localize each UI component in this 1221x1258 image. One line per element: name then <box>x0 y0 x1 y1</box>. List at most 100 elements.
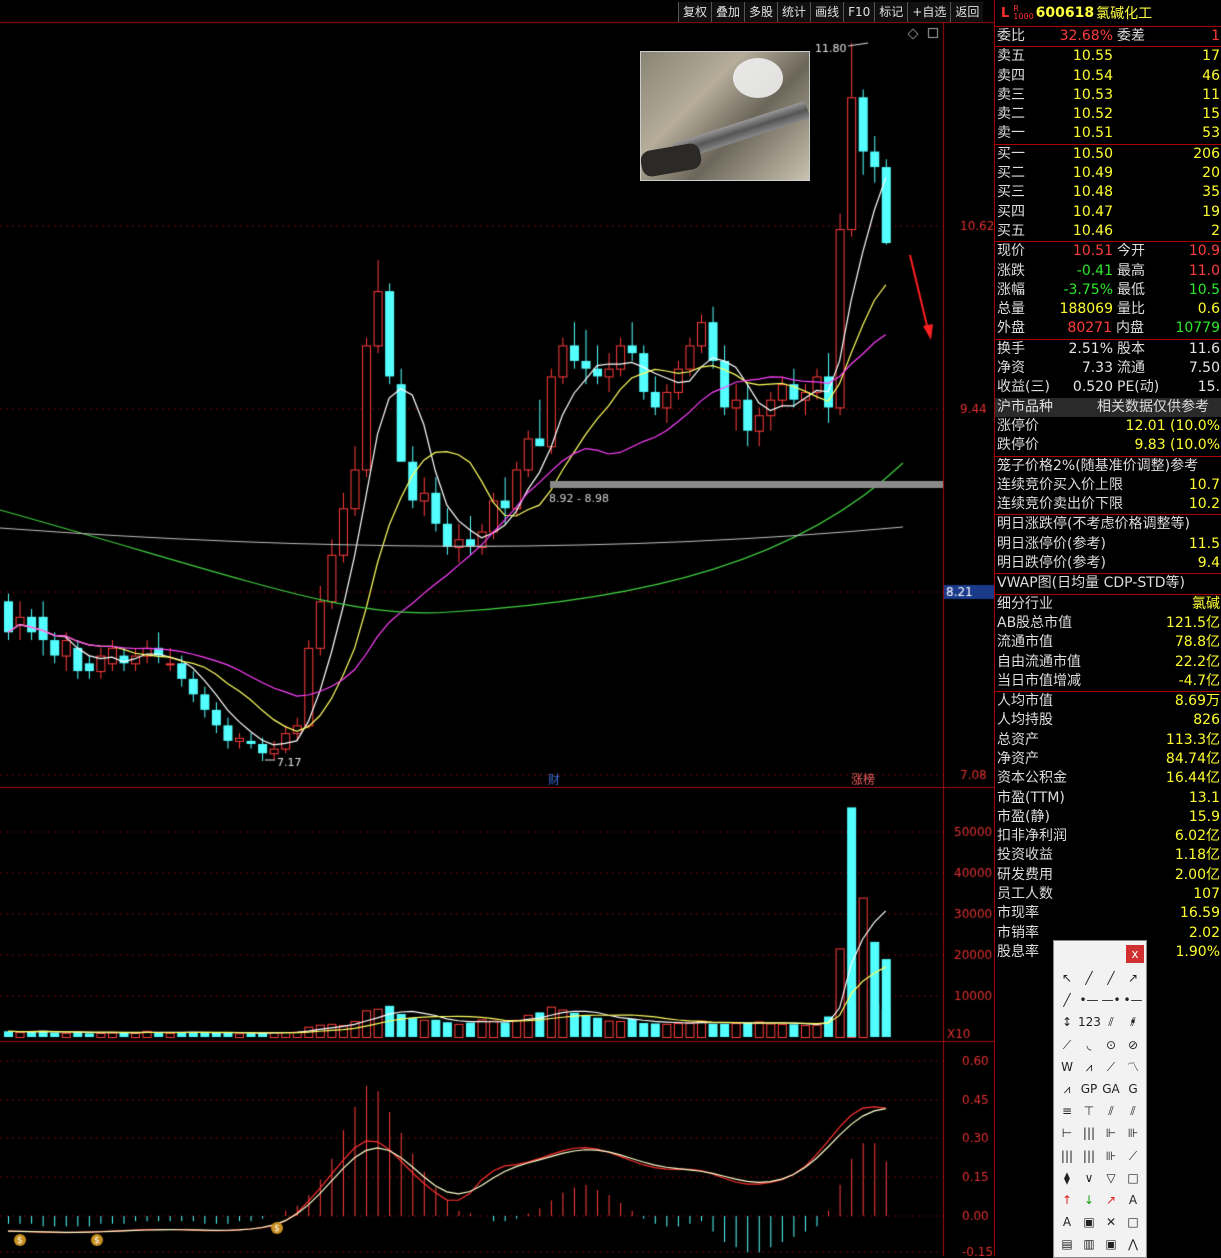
book-label: 卖四 <box>997 67 1025 84</box>
draw-tool-icon[interactable]: A <box>1122 1189 1144 1211</box>
draw-tool-icon[interactable]: ◟ <box>1078 1034 1100 1056</box>
draw-tool-icon[interactable]: ⟋ <box>1122 1145 1144 1167</box>
close-button[interactable]: x <box>1126 945 1144 963</box>
kv-value: 826 <box>1193 712 1220 729</box>
draw-tool-icon[interactable]: ↗ <box>1122 967 1144 989</box>
draw-tool-icon[interactable]: ⫽ <box>1100 1011 1122 1033</box>
kv-row: 涨停价 12.01 (10.0% <box>995 417 1221 436</box>
draw-tool-icon[interactable]: ||| <box>1078 1145 1100 1167</box>
draw-tool-icon[interactable]: GP <box>1078 1078 1100 1100</box>
draw-tool-icon[interactable]: ↑ <box>1056 1189 1078 1211</box>
draw-tool-icon[interactable]: ⟋ <box>1100 1056 1122 1078</box>
toolbar-button-8[interactable]: 返回 <box>950 2 984 22</box>
book-row[interactable]: 卖五 10.55 17 <box>995 47 1221 66</box>
toolbar-button-7[interactable]: +自选 <box>907 2 951 22</box>
draw-tool-icon[interactable]: ▣ <box>1078 1211 1100 1233</box>
stat-label: 收益(三) <box>997 379 1050 396</box>
toolbar-button-0[interactable]: 复权 <box>678 2 712 22</box>
book-row[interactable]: 买一 10.50 206 <box>995 145 1221 164</box>
stat-label: 今开 <box>1117 243 1145 260</box>
book-row[interactable]: 卖一 10.51 53 <box>995 124 1221 143</box>
draw-tool-icon[interactable]: ⊪ <box>1100 1145 1122 1167</box>
kv-value: 氯碱 <box>1192 595 1220 612</box>
draw-tool-icon[interactable]: ∨ <box>1078 1167 1100 1189</box>
kv-key: 扣非净利润 <box>997 828 1067 845</box>
draw-tool-icon[interactable]: ⊪ <box>1122 1122 1144 1144</box>
book-row[interactable]: 卖二 10.52 15 <box>995 105 1221 124</box>
book-row[interactable]: 买二 10.49 20 <box>995 164 1221 183</box>
kv-row: 市现率 16.59 <box>995 904 1221 923</box>
kv-row: 连续竞价买入价上限 10.7 <box>995 476 1221 495</box>
draw-tool-icon[interactable]: ▤ <box>1056 1233 1078 1255</box>
draw-tool-icon[interactable]: ▥ <box>1078 1233 1100 1255</box>
kv-value: 16.59 <box>1179 905 1220 922</box>
book-volume: 11 <box>1202 86 1220 103</box>
draw-tool-icon[interactable]: ▣ <box>1100 1233 1122 1255</box>
draw-tool-icon[interactable]: ⫽ <box>1122 1100 1144 1122</box>
kv-row: 人均市值 8.69万 <box>995 692 1221 711</box>
kv-key: 流通市值 <box>997 634 1053 651</box>
draw-tool-icon[interactable]: ╱ <box>1100 967 1122 989</box>
book-row[interactable]: 买四 10.47 19 <box>995 203 1221 222</box>
stat-label: 涨跌 <box>997 262 1025 279</box>
draw-tool-icon[interactable]: ⧫ <box>1056 1167 1078 1189</box>
book-row[interactable]: 卖四 10.54 46 <box>995 67 1221 86</box>
draw-tool-icon[interactable]: 〽 <box>1122 1056 1144 1078</box>
toolbar-button-6[interactable]: 标记 <box>874 2 908 22</box>
draw-tool-icon[interactable]: •—• <box>1122 989 1144 1029</box>
draw-tool-icon[interactable]: ✕ <box>1100 1211 1122 1233</box>
draw-tool-icon[interactable]: ╱ <box>1056 989 1078 1011</box>
market-note: 相关数据仅供参考 <box>1097 398 1209 415</box>
toolbar-button-1[interactable]: 叠加 <box>711 2 745 22</box>
book-row[interactable]: 卖三 10.53 11 <box>995 86 1221 105</box>
draw-tool-icon[interactable]: ||| <box>1078 1122 1100 1144</box>
draw-tool-icon[interactable]: ╱ <box>1078 967 1100 989</box>
toolbar-button-2[interactable]: 多股 <box>744 2 778 22</box>
draw-tool-icon[interactable]: ▽ <box>1100 1167 1122 1189</box>
bid-book: 买一 10.50 206 买二 10.49 20 买三 10.48 35 买四 10.47 19 买五 1… <box>995 145 1221 243</box>
book-price: 10.46 <box>1072 222 1113 239</box>
kv-key: 明日涨停价(参考) <box>997 535 1106 552</box>
tomorrow-rows: 明日涨停价(参考) 11.5 明日跌停价(参考) 9.4 <box>995 535 1221 575</box>
draw-tool-icon[interactable]: W <box>1056 1056 1078 1078</box>
draw-tool-icon[interactable]: ≡ <box>1056 1100 1078 1122</box>
draw-tool-icon[interactable]: ⫽ <box>1100 1100 1122 1122</box>
draw-tool-icon[interactable]: ⋀ <box>1122 1233 1144 1255</box>
stat-label: 涨幅 <box>997 281 1025 298</box>
stat-label: 现价 <box>997 243 1025 260</box>
draw-tool-icon[interactable]: ||| <box>1056 1145 1078 1167</box>
kv-value: -4.7亿 <box>1178 672 1220 689</box>
kline-chart[interactable] <box>0 0 994 1256</box>
toolbar-button-4[interactable]: 画线 <box>810 2 844 22</box>
draw-tool-icon[interactable]: GA <box>1100 1078 1122 1100</box>
draw-tool-icon[interactable]: ⊢ <box>1056 1122 1078 1144</box>
draw-tool-icon[interactable]: □ <box>1122 1211 1144 1233</box>
draw-tool-icon[interactable]: □ <box>1122 1167 1144 1189</box>
toolbar-button-5[interactable]: F10 <box>843 2 875 22</box>
draw-tool-icon[interactable]: ↖ <box>1056 967 1078 989</box>
draw-tool-icon[interactable]: 123 <box>1078 1011 1101 1033</box>
book-row[interactable]: 买三 10.48 35 <box>995 183 1221 202</box>
draw-tool-icon[interactable]: ⊤ <box>1078 1100 1100 1122</box>
draw-tool-icon[interactable]: ↗ <box>1100 1189 1122 1211</box>
draw-tool-icon[interactable]: •— <box>1078 989 1100 1011</box>
draw-tool-icon[interactable]: A <box>1056 1211 1078 1233</box>
vwap-row[interactable]: VWAP图(日均量 CDP-STD等) <box>995 574 1221 595</box>
stock-badge: L <box>1001 5 1010 21</box>
book-row[interactable]: 买五 10.46 2 <box>995 222 1221 241</box>
draw-tool-icon[interactable]: ⩘ <box>1078 1056 1100 1078</box>
draw-tool-icon[interactable]: G <box>1122 1078 1144 1100</box>
draw-tool-icon[interactable]: —• <box>1100 989 1122 1011</box>
draw-tool-icon[interactable]: ⫽ <box>1122 1011 1144 1033</box>
stat-label: 量比 <box>1117 301 1145 318</box>
draw-tool-icon[interactable]: ⊘ <box>1122 1034 1144 1056</box>
kv-key: 明日跌停价(参考) <box>997 555 1106 572</box>
draw-tool-icon[interactable]: ↕ <box>1056 1011 1078 1033</box>
draw-tool-icon[interactable]: ⊙ <box>1100 1034 1122 1056</box>
draw-tool-icon[interactable]: ⟋ <box>1056 1034 1078 1056</box>
draw-tool-icon[interactable]: ⩘ <box>1056 1078 1078 1100</box>
kv-value: 9.83 (10.0% <box>1134 437 1220 454</box>
toolbar-button-3[interactable]: 统计 <box>777 2 811 22</box>
draw-tool-icon[interactable]: ⊩ <box>1100 1122 1122 1144</box>
draw-tool-icon[interactable]: ↓ <box>1078 1189 1100 1211</box>
